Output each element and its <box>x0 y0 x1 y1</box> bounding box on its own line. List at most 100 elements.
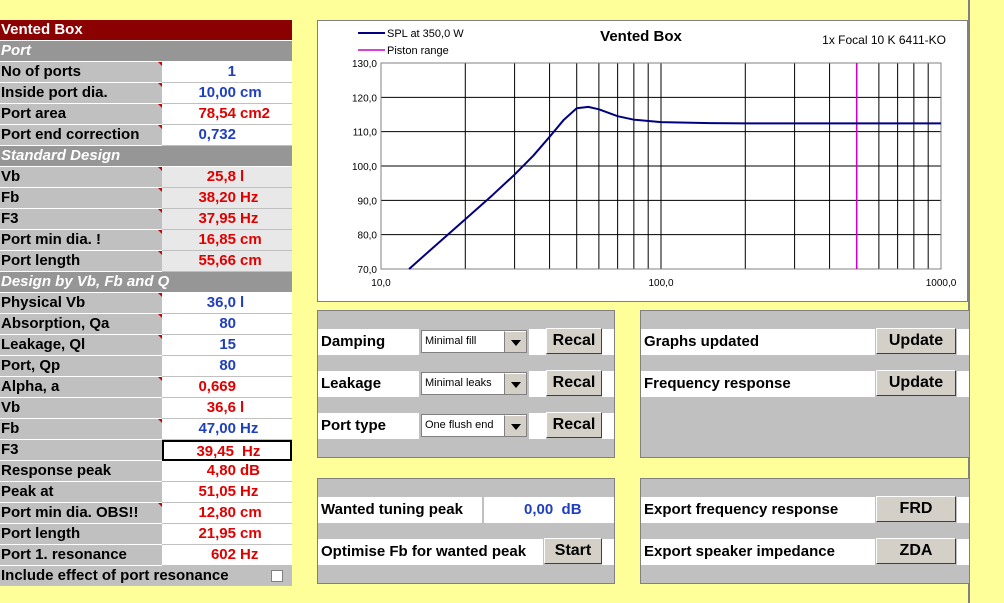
row-label: Physical Vb <box>0 293 162 314</box>
port-min-dia-obs-value: 12,80 cm <box>162 503 292 524</box>
row-label: Peak at <box>0 482 162 503</box>
y-tick-label: 120,0 <box>352 93 377 104</box>
row-label: Alpha, a <box>0 377 162 398</box>
settings-panel: Damping Minimal fill Recal Leakage Minim… <box>317 310 615 458</box>
port-type-select[interactable]: One flush end <box>421 414 527 437</box>
port-min-dia-value: 16,85 cm <box>162 230 292 251</box>
row-physical-vb: Physical Vb 36,0 l <box>0 293 292 314</box>
graphs-updated-label: Graphs updated <box>641 329 875 355</box>
row-label: No of ports <box>0 62 162 83</box>
x-tick-label: 100,0 <box>648 278 673 289</box>
f3-2-value-selected[interactable]: 39,45 Hz <box>162 440 292 461</box>
port-area-value: 78,54 cm2 <box>162 104 292 125</box>
row-label: Fb <box>0 419 162 440</box>
row-fb-2: Fb 47,00 Hz <box>0 419 292 440</box>
legend-label-piston: Piston range <box>387 45 449 57</box>
port-type-label: Port type <box>318 413 419 439</box>
row-label: Port area <box>0 104 162 125</box>
export-frequency-response-label: Export frequency response <box>641 497 875 523</box>
row-label: Response peak <box>0 461 162 482</box>
row-label: Port, Qp <box>0 356 162 377</box>
peak-at-value: 51,05 Hz <box>162 482 292 503</box>
x-tick-label: 1000,0 <box>926 278 957 289</box>
port-end-correction-input[interactable]: 0,732 <box>162 125 292 146</box>
row-leakage-ql: Leakage, Ql 15 <box>0 335 292 356</box>
row-inside-port-dia: Inside port dia. 10,00 cm <box>0 83 292 104</box>
export-panel: Export frequency response FRD Export spe… <box>640 478 970 584</box>
frd-export-button[interactable]: FRD <box>876 496 956 522</box>
fb-2-input[interactable]: 47,00 Hz <box>162 419 292 440</box>
row-label: F3 <box>0 209 162 230</box>
graphs-update-button[interactable]: Update <box>876 328 956 354</box>
port-length-value: 55,66 cm <box>162 251 292 272</box>
table-title: Vented Box <box>0 20 292 41</box>
row-label: Vb <box>0 398 162 419</box>
row-port-length-2: Port length 21,95 cm <box>0 524 292 545</box>
row-response-peak: Response peak 4,80 dB <box>0 461 292 482</box>
section-port: Port <box>0 41 292 62</box>
spl-chart: 130,0 120,0 110,0 100,0 90,0 80,0 70,0 10,0 100,… <box>352 28 957 289</box>
row-absorption-qa: Absorption, Qa 80 <box>0 314 292 335</box>
no-of-ports-input[interactable]: 1 <box>162 62 292 83</box>
leakage-select[interactable]: Minimal leaks <box>421 372 527 395</box>
row-label: Fb <box>0 188 162 209</box>
row-label: Absorption, Qa <box>0 314 162 335</box>
y-tick-label: 90,0 <box>358 196 378 207</box>
section-design-vb-fb-q: Design by Vb, Fb and Q <box>0 272 292 293</box>
inside-port-dia-input[interactable]: 10,00 cm <box>162 83 292 104</box>
section-standard-design: Standard Design <box>0 146 292 167</box>
row-f3: F3 37,95 Hz <box>0 209 292 230</box>
leakage-recal-button[interactable]: Recal <box>546 370 602 396</box>
row-label: Port 1. resonance <box>0 545 162 566</box>
vb-2-value: 36,6 l <box>162 398 292 419</box>
port-type-recal-button[interactable]: Recal <box>546 412 602 438</box>
chevron-down-icon[interactable] <box>504 415 526 436</box>
alpha-value: 0,669 <box>162 377 292 398</box>
frequency-response-label: Frequency response <box>641 371 875 397</box>
row-vb: Vb 25,8 l <box>0 167 292 188</box>
row-label: F3 <box>0 440 162 461</box>
optimise-fb-label: Optimise Fb for wanted peak <box>318 539 543 565</box>
physical-vb-input[interactable]: 36,0 l <box>162 293 292 314</box>
absorption-qa-input[interactable]: 80 <box>162 314 292 335</box>
chevron-down-icon[interactable] <box>504 331 526 352</box>
row-label: Port length <box>0 251 162 272</box>
row-label: Leakage, Ql <box>0 335 162 356</box>
vb-value: 25,8 l <box>162 167 292 188</box>
row-alpha: Alpha, a 0,669 <box>0 377 292 398</box>
leakage-label: Leakage <box>318 371 419 397</box>
wanted-tuning-peak-label: Wanted tuning peak <box>318 497 482 523</box>
chevron-down-icon[interactable] <box>504 373 526 394</box>
chart-subtitle: 1x Focal 10 K 6411-KO <box>822 33 946 47</box>
row-peak-at: Peak at 51,05 Hz <box>0 482 292 503</box>
row-port-qp: Port, Qp 80 <box>0 356 292 377</box>
damping-recal-button[interactable]: Recal <box>546 328 602 354</box>
port-qp-input[interactable]: 80 <box>162 356 292 377</box>
leakage-ql-input[interactable]: 15 <box>162 335 292 356</box>
update-panel: Graphs updated Update Frequency response… <box>640 310 970 458</box>
y-tick-label: 80,0 <box>358 231 378 242</box>
fb-value: 38,20 Hz <box>162 188 292 209</box>
y-tick-label: 70,0 <box>358 265 378 276</box>
y-tick-label: 130,0 <box>352 59 377 70</box>
chart-title: Vented Box <box>600 28 682 45</box>
row-label: Port min dia. ! <box>0 230 162 251</box>
chart-panel: 130,0 120,0 110,0 100,0 90,0 80,0 70,0 10,0 100,… <box>317 20 968 302</box>
row-port-min-dia: Port min dia. ! 16,85 cm <box>0 230 292 251</box>
row-port-length: Port length 55,66 cm <box>0 251 292 272</box>
row-port-min-dia-obs: Port min dia. OBS!! 12,80 cm <box>0 503 292 524</box>
frequency-response-update-button[interactable]: Update <box>876 370 956 396</box>
wanted-tuning-peak-input[interactable]: 0,00 dB <box>484 497 614 523</box>
damping-select[interactable]: Minimal fill <box>421 330 527 353</box>
include-port-resonance-checkbox[interactable] <box>271 570 283 582</box>
export-speaker-impedance-label: Export speaker impedance <box>641 539 875 565</box>
y-tick-label: 110,0 <box>353 128 378 139</box>
port-resonance-value: 602 Hz <box>162 545 292 566</box>
start-button[interactable]: Start <box>544 538 602 564</box>
row-label: Port end correction <box>0 125 162 146</box>
row-label: Inside port dia. <box>0 83 162 104</box>
response-peak-value: 4,80 dB <box>162 461 292 482</box>
row-include-port-resonance: Include effect of port resonance <box>0 566 292 586</box>
zda-export-button[interactable]: ZDA <box>876 538 956 564</box>
row-f3-2: F3 39,45 Hz <box>0 440 292 461</box>
